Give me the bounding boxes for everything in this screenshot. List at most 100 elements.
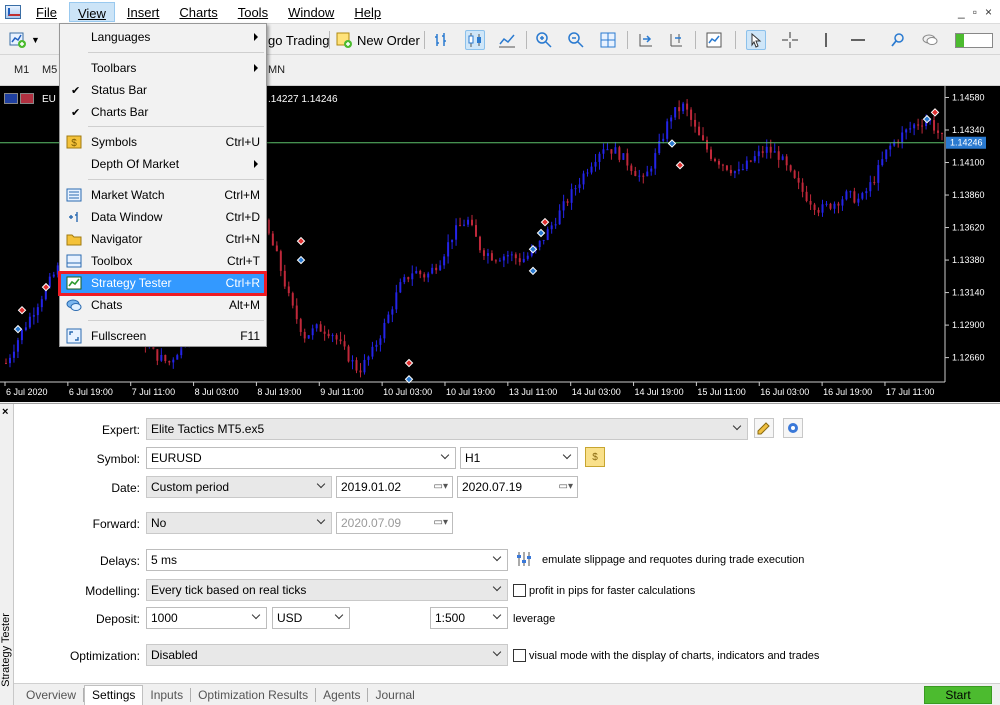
forward-select[interactable]: No	[146, 512, 332, 534]
menu-item-navigator[interactable]: Navigator Ctrl+N	[61, 228, 266, 250]
menu-item-data-window[interactable]: Data Window Ctrl+D	[61, 206, 266, 228]
menu-item-toolbox[interactable]: Toolbox Ctrl+T	[61, 250, 266, 272]
menu-item-chats[interactable]: Chats Alt+M	[61, 294, 266, 316]
zoom-in-icon[interactable]	[534, 30, 554, 50]
timeframe-m1[interactable]: M1	[14, 64, 29, 76]
menu-insert[interactable]: Insert	[119, 2, 168, 22]
vertical-line-icon[interactable]	[816, 30, 836, 50]
time-tick-label: 8 Jul 03:00	[195, 387, 239, 397]
menu-item-toolbars[interactable]: Toolbars	[61, 57, 266, 79]
start-button[interactable]: Start	[924, 686, 992, 704]
symbol-properties-button[interactable]: $	[585, 447, 605, 467]
menu-item-label: Data Window	[91, 210, 163, 224]
menu-item-fullscreen[interactable]: Fullscreen F11	[61, 325, 266, 347]
leverage-select[interactable]: 1:500	[430, 607, 508, 629]
menu-item-shortcut: Ctrl+U	[225, 135, 260, 149]
candle-body	[359, 370, 362, 373]
tab-journal[interactable]: Journal	[368, 688, 421, 702]
tab-settings[interactable]: Settings	[84, 685, 144, 705]
close-button[interactable]: ×	[985, 5, 992, 19]
price-tick-label: 1.14100	[952, 158, 985, 168]
new-chart-button[interactable]: ▼	[8, 29, 40, 51]
new-chart-dropdown-icon[interactable]: ▼	[31, 35, 40, 45]
calendar-icon[interactable]: ▭▾	[559, 480, 573, 494]
algo-trading-button[interactable]: go Trading	[268, 29, 329, 51]
menu-item-status-bar[interactable]: ✔ Status Bar	[61, 79, 266, 101]
delay-settings-button[interactable]	[514, 549, 534, 569]
delays-select[interactable]: 5 ms	[146, 549, 508, 571]
optimization-select[interactable]: Disabled	[146, 644, 508, 666]
candle-body	[753, 156, 756, 162]
menu-item-charts-bar[interactable]: ✔ Charts Bar	[61, 101, 266, 123]
date-mode-select[interactable]: Custom period	[146, 476, 332, 498]
expert-select[interactable]: Elite Tactics MT5.ex5	[146, 418, 748, 440]
candle-body	[857, 198, 860, 203]
tab-optimization-results[interactable]: Optimization Results	[191, 687, 317, 702]
date-to-picker[interactable]: 2020.07.19 ▭▾	[457, 476, 578, 498]
close-icon[interactable]: ×	[2, 406, 8, 418]
deposit-select[interactable]: 1000	[146, 607, 267, 629]
expert-settings-button[interactable]	[783, 418, 803, 438]
menu-view[interactable]: View	[68, 1, 115, 22]
tab-agents[interactable]: Agents	[316, 687, 369, 702]
templates-icon[interactable]	[704, 30, 724, 50]
toolbar-separator	[329, 31, 330, 49]
candle-body	[32, 315, 35, 317]
currency-select[interactable]: USD	[272, 607, 350, 629]
menu-charts[interactable]: Charts	[171, 2, 225, 22]
auto-scroll-icon[interactable]	[666, 30, 686, 50]
candle-body	[40, 299, 43, 308]
horizontal-line-icon[interactable]	[848, 30, 868, 50]
menu-item-shortcut: Ctrl+N	[225, 232, 260, 246]
crosshair-icon[interactable]	[780, 30, 800, 50]
cursor-icon[interactable]	[746, 30, 766, 50]
menu-item-market-watch[interactable]: Market Watch Ctrl+M	[61, 184, 266, 206]
date-from-picker[interactable]: 2019.01.02 ▭▾	[336, 476, 453, 498]
candle-body	[355, 360, 358, 371]
line-chart-icon[interactable]	[497, 30, 517, 50]
time-tick-label: 14 Jul 03:00	[572, 387, 621, 397]
pips-checkbox[interactable]	[513, 584, 526, 597]
modelling-select[interactable]: Every tick based on real ticks	[146, 579, 508, 601]
symbol-select[interactable]: EURUSD	[146, 447, 456, 469]
menu-file[interactable]: File	[28, 2, 65, 22]
candle-body	[817, 209, 820, 213]
new-order-icon	[334, 30, 354, 50]
candle-body	[709, 149, 712, 159]
candle-body	[578, 184, 581, 189]
menu-window[interactable]: Window	[280, 2, 342, 22]
zoom-out-icon[interactable]	[566, 30, 586, 50]
chat-icon[interactable]	[920, 30, 940, 50]
minimize-button[interactable]: _	[958, 5, 965, 19]
new-order-label: New Order	[357, 32, 420, 48]
candle-body	[506, 255, 509, 257]
menu-item-symbols[interactable]: $ Symbols Ctrl+U	[61, 131, 266, 153]
period-select[interactable]: H1	[460, 447, 578, 469]
candle-body	[706, 140, 709, 150]
candle-body	[546, 229, 549, 240]
new-order-button[interactable]: New Order	[334, 29, 420, 51]
bar-chart-icon[interactable]	[432, 30, 452, 50]
candle-body	[283, 270, 286, 287]
timeframe-m5[interactable]: M5	[42, 64, 57, 76]
search-icon[interactable]	[888, 30, 908, 50]
tab-inputs[interactable]: Inputs	[143, 687, 192, 702]
tile-windows-icon[interactable]	[598, 30, 618, 50]
menu-item-label: Market Watch	[91, 188, 165, 202]
menu-item-label: Charts Bar	[91, 105, 149, 119]
menu-item-languages[interactable]: Languages	[61, 26, 266, 48]
menu-help[interactable]: Help	[346, 2, 389, 22]
visual-mode-checkbox[interactable]	[513, 649, 526, 662]
candle-body	[168, 361, 171, 363]
candlestick-chart-icon[interactable]	[465, 30, 485, 50]
menu-item-depth-of-market[interactable]: Depth Of Market	[61, 153, 266, 175]
timeframe-mn[interactable]: MN	[268, 64, 285, 76]
candle-body	[478, 236, 481, 251]
checkmark-icon: ✔	[71, 106, 81, 119]
tab-overview[interactable]: Overview	[19, 687, 85, 702]
chart-shift-icon[interactable]	[636, 30, 656, 50]
calendar-icon[interactable]: ▭▾	[434, 480, 448, 494]
expert-edit-button[interactable]	[754, 418, 774, 438]
menu-tools[interactable]: Tools	[230, 2, 276, 22]
restore-button[interactable]: ▫	[973, 5, 977, 19]
